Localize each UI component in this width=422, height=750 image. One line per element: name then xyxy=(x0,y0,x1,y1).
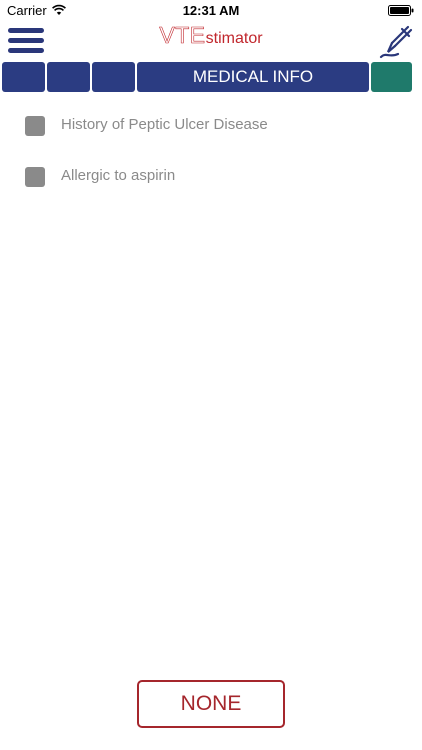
logo-stimator-text: stimator xyxy=(205,30,263,47)
checkbox[interactable] xyxy=(25,116,45,136)
tab-next[interactable] xyxy=(371,62,412,92)
battery-icon xyxy=(388,5,414,16)
tab-medical-info[interactable]: MEDICAL INFO xyxy=(137,62,369,92)
checkbox-label: Allergic to aspirin xyxy=(61,167,176,184)
tab-bar: MEDICAL INFO xyxy=(2,62,420,92)
tab-1[interactable] xyxy=(2,62,45,92)
app-logo: VTEstimator xyxy=(0,22,422,49)
logo-vte-text: VTE xyxy=(159,22,206,49)
pen-icon[interactable] xyxy=(378,24,414,60)
none-button[interactable]: NONE xyxy=(137,680,285,728)
tab-3[interactable] xyxy=(92,62,135,92)
checkbox-label: History of Peptic Ulcer Disease xyxy=(61,116,268,133)
tab-2[interactable] xyxy=(47,62,90,92)
checkbox[interactable] xyxy=(25,167,45,187)
status-bar: Carrier 12:31 AM xyxy=(0,0,422,22)
clock: 12:31 AM xyxy=(182,3,240,18)
